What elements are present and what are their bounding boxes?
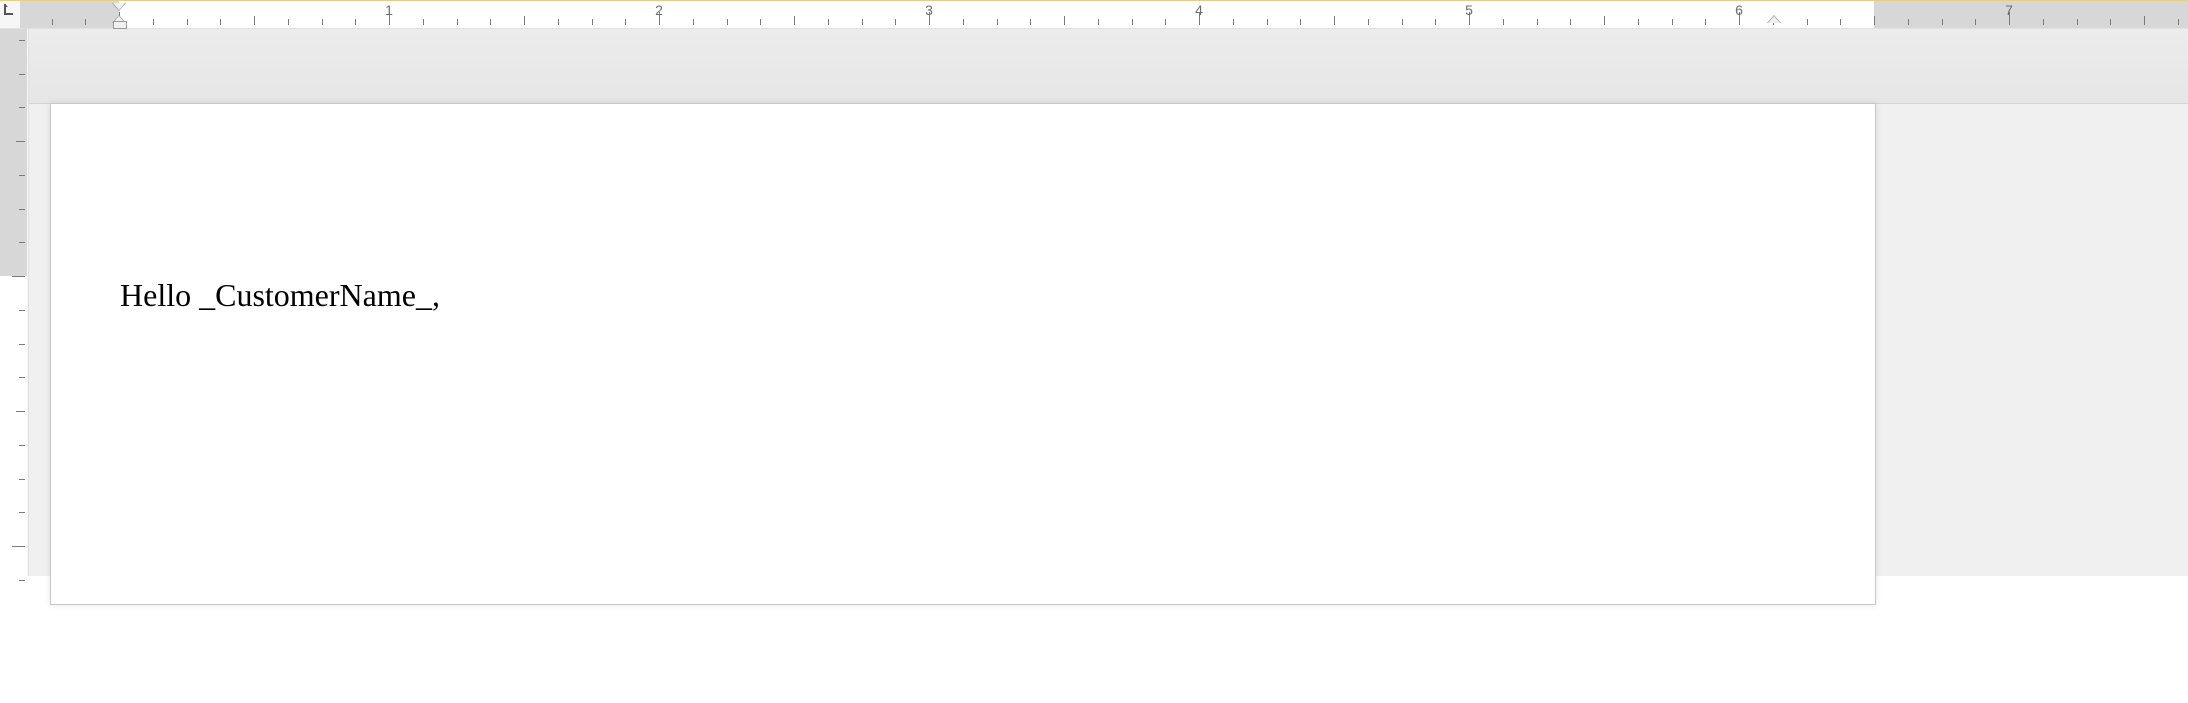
document-page[interactable]: Hello _CustomerName_, — [50, 103, 1876, 605]
document-body-text[interactable]: Hello _CustomerName_, — [120, 277, 440, 314]
ruler-number: 6 — [1735, 2, 1743, 18]
ruler-number: 7 — [2005, 2, 2013, 18]
tab-stop-type-icon[interactable] — [2, 2, 16, 16]
right-indent-marker[interactable] — [1765, 1, 1783, 29]
ruler-number: 2 — [655, 2, 663, 18]
vertical-ruler[interactable] — [0, 29, 29, 576]
ruler-number: 1 — [385, 2, 393, 18]
editor-top-gutter — [29, 29, 2188, 104]
ruler-number: 5 — [1465, 2, 1473, 18]
left-indent-marker[interactable] — [110, 1, 128, 29]
ruler-number: 4 — [1195, 2, 1203, 18]
ruler-number: 3 — [925, 2, 933, 18]
horizontal-ruler[interactable]: 1 2 3 4 5 6 7 — [0, 0, 2188, 29]
